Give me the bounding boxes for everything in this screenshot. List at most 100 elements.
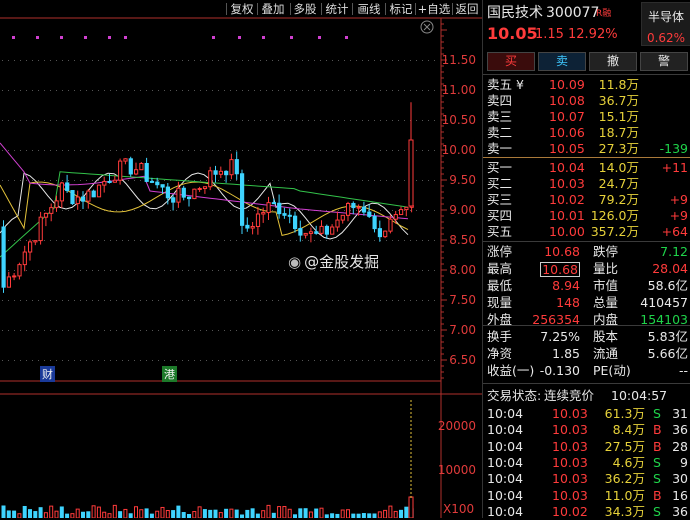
bid-row[interactable]: 买一 10.04 14.0万 +11 xyxy=(483,160,690,176)
tick-count: 9 xyxy=(680,454,688,470)
tick-time: 10:04 xyxy=(487,487,524,503)
fundamental-label: 净资 xyxy=(487,346,513,361)
level-price: 10.01 xyxy=(549,208,585,223)
price-change: 1.15 xyxy=(535,27,564,42)
stat-row: 最高 10.68 量比 28.04 xyxy=(483,261,690,277)
stat-value: 148 xyxy=(556,295,580,310)
level-delta: +64 xyxy=(661,224,688,239)
stat-value: 10.68 xyxy=(540,262,580,277)
quote-panel: 国民技术 300077 R融 半导体 0.62% 10.05 1.15 12.9… xyxy=(482,0,690,519)
stat-label: 市值 xyxy=(593,278,619,293)
tick-row: 10:04 10.03 61.3万 S 31 xyxy=(483,406,690,422)
tick-count: 28 xyxy=(672,438,688,454)
ask-row[interactable]: 卖二 10.06 18.7万 xyxy=(483,125,690,141)
tick-side: B xyxy=(653,422,662,438)
stat-value: 7.12 xyxy=(660,244,688,259)
price-axis-label: 7.50 xyxy=(449,293,476,307)
tick-row: 10:04 10.03 27.5万 B 28 xyxy=(483,439,690,455)
level-price: 10.07 xyxy=(549,109,585,124)
stock-code: 300077 xyxy=(546,5,600,21)
stat-value: 8.94 xyxy=(552,278,580,293)
sector-name: 半导体 xyxy=(647,10,684,24)
stat-value: 28.04 xyxy=(652,261,688,276)
level-label: 买二 xyxy=(487,176,513,191)
level-volume: 357.2万 xyxy=(590,224,639,239)
tick-volume: 27.5万 xyxy=(604,438,645,454)
tick-row: 10:04 10.03 36.2万 S 30 xyxy=(483,471,690,487)
buy-button[interactable]: 买 xyxy=(487,52,535,71)
bid-row[interactable]: 买二 10.03 24.7万 xyxy=(483,176,690,192)
tick-row: 10:04 10.03 11.0万 B 16 xyxy=(483,488,690,504)
level-label: 卖一 xyxy=(487,141,513,156)
tick-side: S xyxy=(653,503,661,519)
tick-price: 10.03 xyxy=(552,471,588,487)
tick-side: S xyxy=(653,406,661,421)
tick-side: S xyxy=(653,454,661,470)
fundamental-label: 收益(一) xyxy=(487,363,535,378)
tick-volume: 8.4万 xyxy=(612,422,645,438)
level-volume: 15.1万 xyxy=(598,109,639,124)
ask-row[interactable]: 卖三 10.07 15.1万 xyxy=(483,109,690,125)
margin-tag: R融 xyxy=(596,9,612,19)
tick-volume: 4.6万 xyxy=(612,454,645,470)
tick-count: 16 xyxy=(672,487,688,503)
stat-value: 10.68 xyxy=(544,244,580,259)
watermark: ◉ @金股发掘 xyxy=(288,253,380,271)
stat-row: 现量 148 总量 410457 xyxy=(483,295,690,311)
tick-time: 10:04 xyxy=(487,438,524,454)
stat-label: 总量 xyxy=(593,295,619,310)
tick-count: 36 xyxy=(672,422,688,438)
bid-row[interactable]: 买五 10.00 357.2万 +64 xyxy=(483,224,690,240)
bid-row[interactable]: 买三 10.02 79.2万 +9 xyxy=(483,192,690,208)
tick-time: 10:04 xyxy=(487,406,524,421)
price-axis-label: 8.50 xyxy=(449,233,476,247)
current-price: 10.05 xyxy=(487,24,538,43)
cancel-order-button[interactable]: 撤 xyxy=(589,52,637,71)
level-price: 10.08 xyxy=(549,93,585,108)
fundamental-row: 收益(一) -0.130 PE(动) -- xyxy=(483,363,690,379)
tick-count: 36 xyxy=(672,503,688,519)
level-price: 10.04 xyxy=(549,160,585,175)
sell-button[interactable]: 卖 xyxy=(538,52,586,71)
ask-row[interactable]: 卖一 10.05 27.3万 -139 xyxy=(483,141,690,157)
level-delta: -139 xyxy=(659,141,688,156)
price-alert-button[interactable]: 警 xyxy=(640,52,688,71)
kline-chart-area[interactable]: 复权 叠加 多股 统计 画线 标记 +自选 返回 11.50 11.00 10.… xyxy=(0,0,482,518)
bid-row[interactable]: 买四 10.01 126.0万 +9 xyxy=(483,208,690,224)
fundamental-label: 流通 xyxy=(593,346,619,361)
tick-side: B xyxy=(653,487,662,503)
stat-row: 涨停 10.68 跌停 7.12 xyxy=(483,244,690,260)
stat-label: 现量 xyxy=(487,295,513,310)
level-label: 卖五 ¥ xyxy=(487,77,524,92)
level-price: 10.06 xyxy=(549,125,585,140)
volume-axis-label-2: 10000 xyxy=(437,463,476,477)
price-change-pct: 12.92% xyxy=(568,27,618,42)
financial-report-marker[interactable]: 财 xyxy=(40,366,55,382)
volume-unit-label: X100 xyxy=(443,502,475,516)
level-label: 买五 xyxy=(487,224,513,239)
stat-label: 涨停 xyxy=(487,244,513,259)
hk-connect-marker[interactable]: 港 xyxy=(162,366,177,382)
ask-row[interactable]: 卖五 ¥ 10.09 11.8万 xyxy=(483,77,690,93)
volume-axis-label-1: 20000 xyxy=(437,419,476,433)
fundamental-row: 净资 1.85 流通 5.66亿 xyxy=(483,346,690,362)
level-price: 10.00 xyxy=(549,224,585,239)
tick-count: 31 xyxy=(672,406,688,421)
tick-side: B xyxy=(653,438,662,454)
price-axis-label: 11.00 xyxy=(441,83,476,97)
price-axis-label: 10.00 xyxy=(441,143,476,157)
level-label: 买三 xyxy=(487,192,513,207)
price-axis-label: 6.50 xyxy=(449,353,476,367)
ask-row[interactable]: 卖四 10.08 36.7万 xyxy=(483,93,690,109)
price-axis-label: 9.50 xyxy=(449,173,476,187)
price-axis-label: 8.00 xyxy=(449,263,476,277)
level-volume: 27.3万 xyxy=(598,141,639,156)
stat-label: 最高 xyxy=(487,261,513,276)
fundamental-value: 7.25% xyxy=(540,329,580,344)
stat-row: 最低 8.94 市值 58.6亿 xyxy=(483,278,690,294)
tick-volume: 36.2万 xyxy=(604,471,645,487)
stat-value: 58.6亿 xyxy=(647,278,688,293)
level-label: 买四 xyxy=(487,208,513,223)
tick-price: 10.03 xyxy=(552,454,588,470)
trade-status-value: 连续竞价 xyxy=(544,388,595,403)
